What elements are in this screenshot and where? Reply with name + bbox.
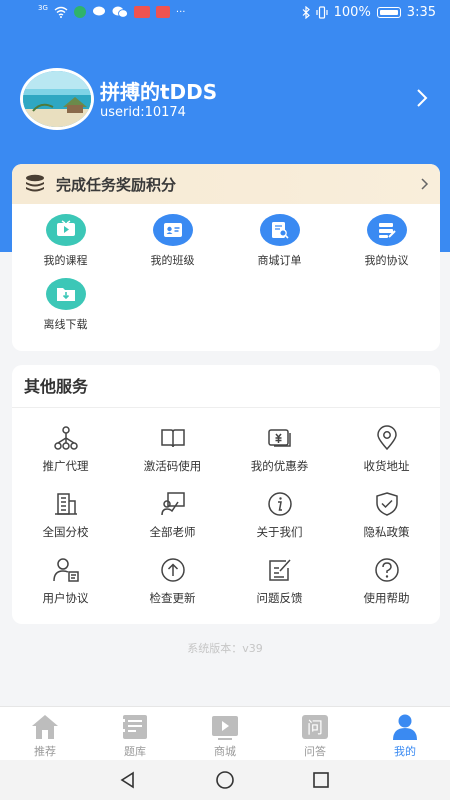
tab-question-bank[interactable]: 题库 [90, 707, 180, 760]
tab-question-bank-label: 题库 [124, 745, 146, 758]
back-triangle-icon[interactable] [118, 770, 138, 790]
svg-text:问: 问 [307, 718, 323, 737]
tab-mine-label: 我的 [394, 745, 416, 758]
tab-qa[interactable]: 问 问答 [270, 707, 360, 760]
book-icon [160, 429, 185, 448]
promotion-agent-button[interactable]: 推广代理 [12, 424, 119, 490]
my-class-label: 我的班级 [150, 254, 195, 267]
download-folder-icon [45, 278, 86, 310]
other-services-card: 其他服务 推广代理 激活码使用 我的优惠券 收货地址 全国分校 全部老师 关于我… [12, 365, 440, 624]
user-doc-icon [52, 558, 79, 582]
battery-percent: 100% [333, 5, 371, 20]
about-us-button[interactable]: 关于我们 [226, 490, 333, 556]
location-pin-icon [376, 425, 397, 451]
org-chart-icon [53, 426, 78, 450]
question-bank-icon [122, 715, 147, 739]
app-red-box-icon [155, 6, 170, 18]
agreement-icon [366, 214, 407, 246]
privacy-policy-label: 隐私政策 [363, 525, 410, 539]
tab-recommend[interactable]: 推荐 [0, 707, 90, 760]
video-icon [45, 214, 86, 246]
version-text: 系统版本：v39 [187, 642, 263, 655]
activation-code-button[interactable]: 激活码使用 [119, 424, 226, 490]
check-update-label: 检查更新 [149, 591, 196, 605]
vibrate-icon [316, 6, 328, 19]
status-bar: 3G ··· 100% 3:35 [0, 0, 450, 28]
promotion-agent-label: 推广代理 [42, 459, 89, 473]
bottom-tab-bar: 推荐 题库 商城 问 问答 我的 [0, 706, 450, 760]
shipping-address-label: 收货地址 [363, 459, 410, 473]
offline-download-button[interactable]: 离线下载 [12, 268, 119, 332]
check-update-button[interactable]: 检查更新 [119, 556, 226, 622]
help-label: 使用帮助 [363, 591, 410, 605]
tab-recommend-label: 推荐 [34, 745, 56, 758]
privacy-policy-button[interactable]: 隐私政策 [333, 490, 440, 556]
recents-square-icon[interactable] [311, 770, 331, 790]
shop-orders-label: 商城订单 [257, 254, 302, 267]
teacher-board-icon [160, 492, 185, 516]
bluetooth-icon [302, 6, 310, 19]
offline-download-label: 离线下载 [43, 318, 88, 331]
app-notification-icon [73, 6, 86, 18]
tab-shop[interactable]: 商城 [180, 707, 270, 760]
feedback-button[interactable]: 问题反馈 [226, 556, 333, 622]
tab-mine[interactable]: 我的 [360, 707, 450, 760]
my-agreements-label: 我的协议 [364, 254, 409, 267]
message-bubble-icon [92, 6, 105, 16]
task-reward-banner[interactable]: 完成任务奖励积分 [12, 164, 440, 204]
battery-icon [376, 7, 401, 18]
shop-orders-button[interactable]: 商城订单 [226, 204, 333, 268]
tab-shop-label: 商城 [214, 745, 236, 758]
home-icon [32, 715, 58, 739]
my-courses-button[interactable]: 我的课程 [12, 204, 119, 268]
user-id: userid:10174 [100, 105, 186, 120]
home-circle-icon[interactable] [215, 770, 235, 790]
help-circle-icon [374, 558, 399, 582]
info-icon [267, 492, 292, 516]
all-teachers-button[interactable]: 全部老师 [119, 490, 226, 556]
my-coupons-label: 我的优惠券 [250, 459, 309, 473]
activation-code-label: 激活码使用 [143, 459, 202, 473]
tab-qa-label: 问答 [304, 745, 326, 758]
more-notifications-icon: ··· [175, 6, 186, 18]
user-agreement-label: 用户协议 [42, 591, 89, 605]
my-learning-card: 完成任务奖励积分 我的课程 我的班级 商城订单 我的协议 离线下载 [12, 164, 440, 351]
shipping-address-button[interactable]: 收货地址 [333, 424, 440, 490]
username: 拼搏的tDDS [100, 80, 218, 104]
user-icon [393, 714, 417, 740]
my-courses-label: 我的课程 [43, 254, 88, 267]
coupon-icon [267, 429, 291, 447]
wechat-icon [112, 6, 128, 18]
my-coupons-button[interactable]: 我的优惠券 [226, 424, 333, 490]
task-banner-label: 完成任务奖励积分 [56, 175, 177, 194]
id-card-icon [152, 214, 193, 246]
app-red-icon [133, 6, 150, 18]
my-class-button[interactable]: 我的班级 [119, 204, 226, 268]
all-teachers-label: 全部老师 [149, 525, 196, 539]
chevron-right-icon [421, 178, 429, 190]
wifi-icon [54, 6, 68, 18]
help-button[interactable]: 使用帮助 [333, 556, 440, 622]
building-icon [54, 493, 77, 515]
qa-icon: 问 [302, 715, 328, 739]
about-us-label: 关于我们 [256, 525, 303, 539]
shop-video-icon [212, 716, 238, 740]
system-navigation-bar [0, 760, 450, 800]
clock: 3:35 [406, 5, 436, 20]
upload-circle-icon [160, 558, 185, 582]
signal-indicator: 3G [38, 4, 48, 12]
feedback-label: 问题反馈 [256, 591, 303, 605]
chevron-right-icon[interactable] [410, 86, 434, 110]
avatar[interactable] [20, 68, 94, 130]
user-agreement-button[interactable]: 用户协议 [12, 556, 119, 622]
branch-schools-button[interactable]: 全国分校 [12, 490, 119, 556]
coins-icon [26, 174, 44, 192]
branch-schools-label: 全国分校 [42, 525, 89, 539]
services-title: 其他服务 [12, 365, 440, 408]
shield-check-icon [375, 492, 398, 516]
my-agreements-button[interactable]: 我的协议 [333, 204, 440, 268]
order-search-icon [259, 214, 300, 246]
feedback-edit-icon [268, 559, 291, 581]
